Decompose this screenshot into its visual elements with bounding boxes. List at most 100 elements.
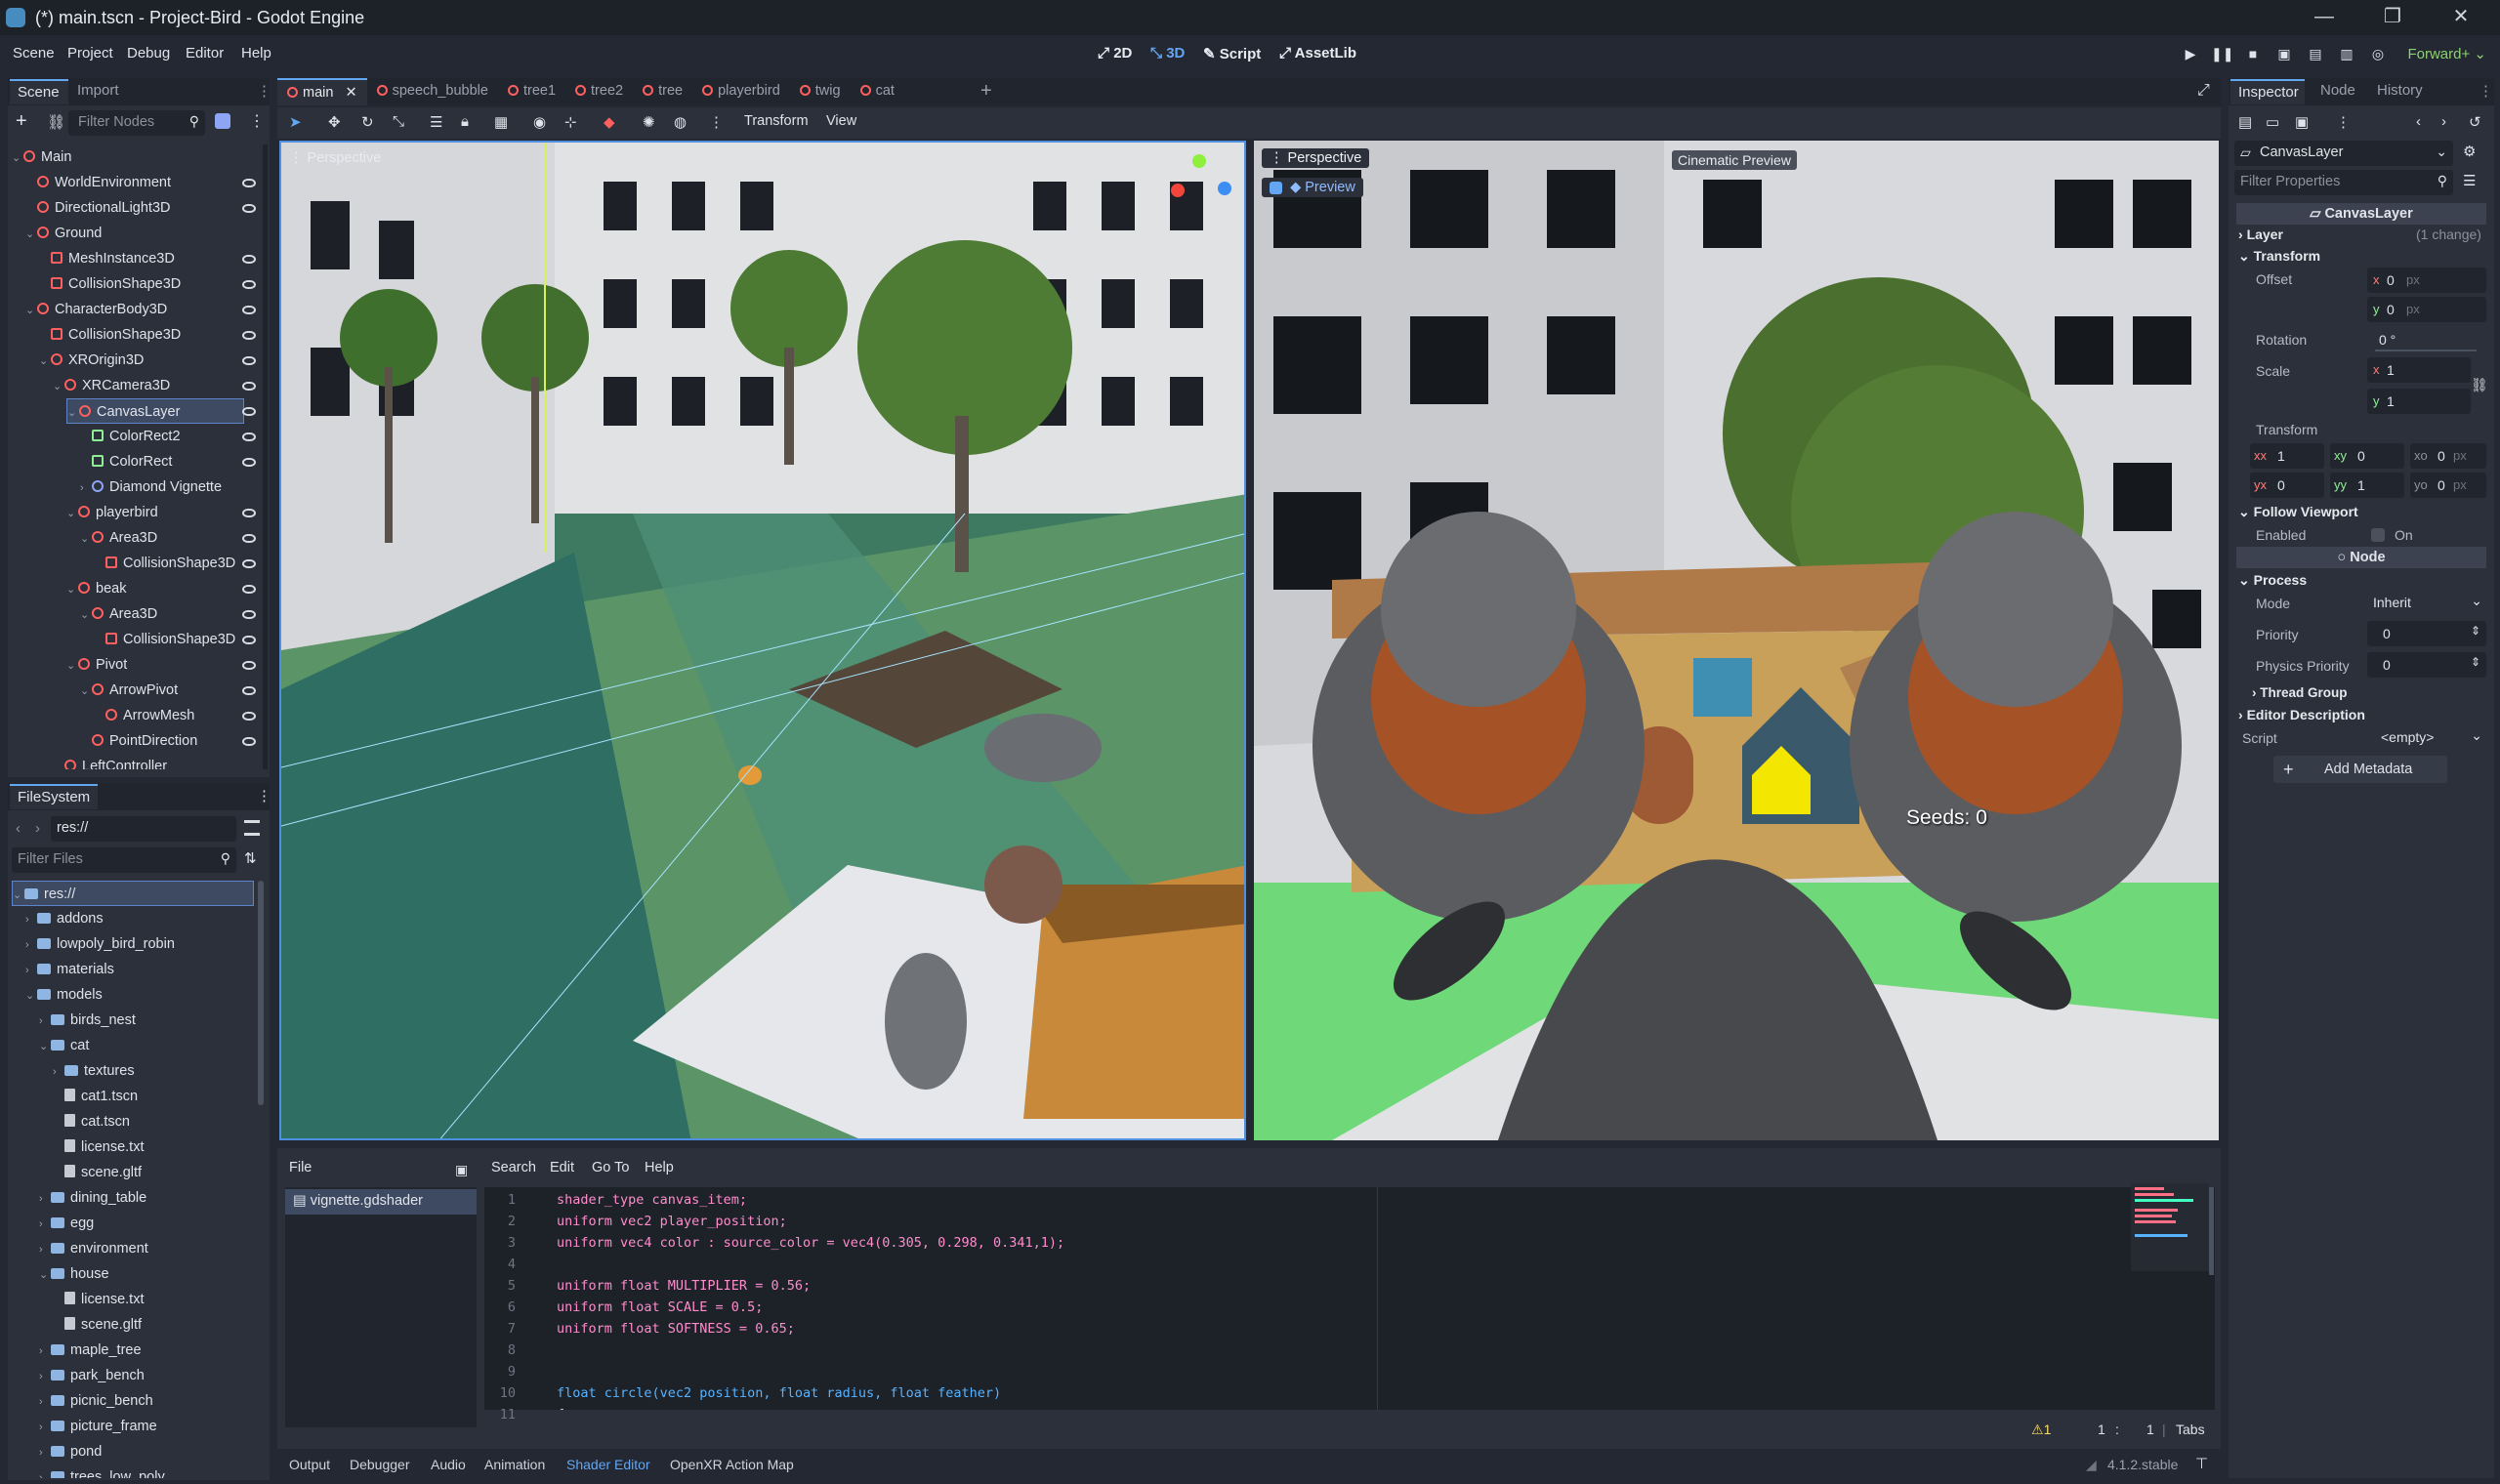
filter-properties-field[interactable]: Filter Properties ⚲ bbox=[2234, 170, 2453, 195]
inspector-options-icon[interactable]: ☰ bbox=[2463, 172, 2476, 189]
scene-node[interactable]: CollisionShape3D bbox=[94, 551, 256, 576]
scene-tab-tree1[interactable]: tree1 bbox=[498, 78, 565, 105]
shader-goto-menu[interactable]: Go To bbox=[592, 1160, 629, 1175]
menu-editor[interactable]: Editor bbox=[186, 45, 224, 62]
xo-field[interactable]: xo 0 px bbox=[2410, 443, 2486, 469]
mode-script-button[interactable]: ✎ Script bbox=[1203, 45, 1261, 62]
code-minimap[interactable] bbox=[2131, 1183, 2209, 1271]
visibility-eye-icon[interactable] bbox=[242, 585, 256, 594]
offset-y-field[interactable]: y 0 px bbox=[2367, 297, 2486, 322]
tab-shader-editor[interactable]: Shader Editor bbox=[566, 1457, 650, 1472]
tab-audio[interactable]: Audio bbox=[431, 1457, 466, 1472]
camera-preview-icon[interactable]: ◆ bbox=[604, 113, 615, 131]
folder-item[interactable]: › pond bbox=[39, 1439, 254, 1464]
viewport-3d-left[interactable]: ⋮ Perspective bbox=[279, 141, 1246, 1140]
scene-node[interactable]: WorldEnvironment bbox=[25, 170, 256, 195]
scene-tab-playerbird[interactable]: playerbird bbox=[692, 78, 790, 105]
menu-project[interactable]: Project bbox=[67, 45, 113, 62]
inspector-menu-icon[interactable]: ⋮ bbox=[2479, 82, 2493, 100]
offset-x-field[interactable]: x 0 px bbox=[2367, 268, 2486, 293]
filesystem-filter-field[interactable]: Filter Files ⚲ bbox=[12, 847, 236, 873]
mode-assetlib-button[interactable]: ⤢ AssetLib bbox=[1279, 45, 1356, 62]
scene-node[interactable]: ⌄ ArrowPivot bbox=[80, 678, 256, 703]
scene-node[interactable]: LeftController bbox=[53, 754, 256, 769]
section-follow-viewport[interactable]: ⌄ Follow Viewport bbox=[2238, 504, 2358, 520]
expand-arrow-icon[interactable]: ⌄ bbox=[12, 145, 23, 171]
new-resource-icon[interactable]: ▤ bbox=[2238, 113, 2252, 131]
scene-node[interactable]: CollisionShape3D bbox=[94, 627, 256, 652]
scene-tab-twig[interactable]: twig bbox=[790, 78, 851, 105]
object-history-icon[interactable]: ↺ bbox=[2469, 113, 2481, 131]
bottom-panel-toggle-icon[interactable]: ⊤ bbox=[2195, 1455, 2208, 1472]
scene-node[interactable]: ⌄ CharacterBody3D bbox=[25, 297, 256, 322]
section-editor-description[interactable]: › Editor Description bbox=[2238, 707, 2365, 722]
warning-count[interactable]: ⚠1 bbox=[2031, 1422, 2051, 1438]
expand-arrow-icon[interactable]: › bbox=[39, 1009, 51, 1034]
menu-help[interactable]: Help bbox=[241, 45, 271, 62]
view-menu[interactable]: View bbox=[826, 113, 856, 129]
shader-list-toggle-icon[interactable]: ▣ bbox=[455, 1162, 468, 1178]
play-scene-icon[interactable]: ▤ bbox=[2305, 43, 2326, 64]
section-layer[interactable]: › Layer bbox=[2238, 227, 2283, 242]
scene-node[interactable]: ⌄ Area3D bbox=[80, 525, 256, 551]
new-tab-icon[interactable]: + bbox=[980, 80, 992, 103]
list-select-icon[interactable]: ☰ bbox=[430, 113, 442, 131]
visibility-eye-icon[interactable] bbox=[242, 458, 256, 467]
play-custom-scene-icon[interactable]: ▥ bbox=[2336, 43, 2357, 64]
code-line[interactable]: uniform float MULTIPLIER = 0.56; bbox=[557, 1275, 811, 1297]
add-metadata-button[interactable]: + Add Metadata bbox=[2273, 756, 2447, 783]
expand-arrow-icon[interactable]: › bbox=[25, 907, 37, 932]
file-item[interactable]: license.txt bbox=[53, 1134, 254, 1160]
expand-arrow-icon[interactable]: › bbox=[39, 1237, 51, 1262]
transform-menu[interactable]: Transform bbox=[744, 113, 809, 129]
environment-toggle-icon[interactable]: ◍ bbox=[674, 113, 687, 131]
scene-node[interactable]: ⌄ Ground bbox=[25, 221, 256, 246]
visibility-eye-icon[interactable] bbox=[242, 509, 256, 517]
visibility-eye-icon[interactable] bbox=[242, 737, 256, 746]
expand-arrow-icon[interactable]: ⌄ bbox=[39, 349, 51, 374]
preview-toggle[interactable]: ◆ Preview bbox=[1262, 178, 1363, 197]
tab-openxr-action-map[interactable]: OpenXR Action Map bbox=[670, 1457, 794, 1472]
scene-tab-tree2[interactable]: tree2 bbox=[565, 78, 633, 105]
close-window-button[interactable]: ✕ bbox=[2432, 0, 2490, 35]
gizmo-y-icon[interactable] bbox=[1192, 154, 1206, 168]
renderer-select[interactable]: Forward+ ⌄ bbox=[2407, 45, 2486, 62]
indent-mode[interactable]: Tabs bbox=[2176, 1422, 2205, 1437]
folder-item[interactable]: › trees_low_poly bbox=[39, 1464, 254, 1478]
menu-scene[interactable]: Scene bbox=[13, 45, 55, 62]
scale-tool-icon[interactable]: ⤡ bbox=[393, 113, 404, 130]
mode-select[interactable]: Inherit ⌄ bbox=[2367, 590, 2486, 615]
shader-file-item[interactable]: ▤ vignette.gdshader bbox=[285, 1189, 477, 1215]
tab-output[interactable]: Output bbox=[289, 1457, 330, 1472]
expand-arrow-icon[interactable]: ⌄ bbox=[67, 400, 79, 426]
folder-item[interactable]: › environment bbox=[39, 1236, 254, 1261]
scene-node[interactable]: ColorRect2 bbox=[80, 424, 256, 449]
scene-node[interactable]: ⌄ Area3D bbox=[80, 601, 256, 627]
folder-item[interactable]: › picture_frame bbox=[39, 1414, 254, 1439]
tab-history[interactable]: History bbox=[2377, 82, 2423, 99]
tab-node[interactable]: Node bbox=[2320, 82, 2355, 99]
file-item[interactable]: cat.tscn bbox=[53, 1109, 254, 1134]
code-text[interactable]: shader_type canvas_item; uniform vec2 pla… bbox=[557, 1189, 2119, 1410]
folder-item[interactable]: › picnic_bench bbox=[39, 1388, 254, 1414]
expand-arrow-icon[interactable]: ⌄ bbox=[80, 679, 92, 704]
code-line[interactable]: { bbox=[557, 1404, 564, 1410]
back-icon[interactable]: ‹ bbox=[16, 820, 21, 837]
yx-field[interactable]: yx 0 bbox=[2250, 473, 2324, 498]
expand-arrow-icon[interactable]: › bbox=[39, 1440, 51, 1465]
object-properties-icon[interactable]: ⚙ bbox=[2463, 143, 2476, 160]
section-transform[interactable]: ⌄ Transform bbox=[2238, 248, 2320, 265]
viewport-left-label[interactable]: ⋮ Perspective bbox=[289, 150, 381, 166]
tab-animation[interactable]: Animation bbox=[484, 1457, 545, 1472]
scene-node[interactable]: CollisionShape3D bbox=[39, 271, 256, 297]
expand-arrow-icon[interactable]: ⌄ bbox=[39, 1262, 51, 1288]
scene-node[interactable]: › Diamond Vignette bbox=[80, 474, 256, 500]
scene-node[interactable]: ⌄ Pivot bbox=[66, 652, 256, 678]
scene-node[interactable]: ColorRect bbox=[80, 449, 256, 474]
shader-edit-menu[interactable]: Edit bbox=[550, 1160, 574, 1175]
visibility-eye-icon[interactable] bbox=[242, 712, 256, 721]
rotation-slider[interactable] bbox=[2375, 350, 2477, 351]
view-gizmo[interactable] bbox=[1165, 154, 1233, 223]
mode-2d-button[interactable]: ⤢ 2D bbox=[1098, 45, 1132, 62]
file-item[interactable]: scene.gltf bbox=[53, 1160, 254, 1185]
